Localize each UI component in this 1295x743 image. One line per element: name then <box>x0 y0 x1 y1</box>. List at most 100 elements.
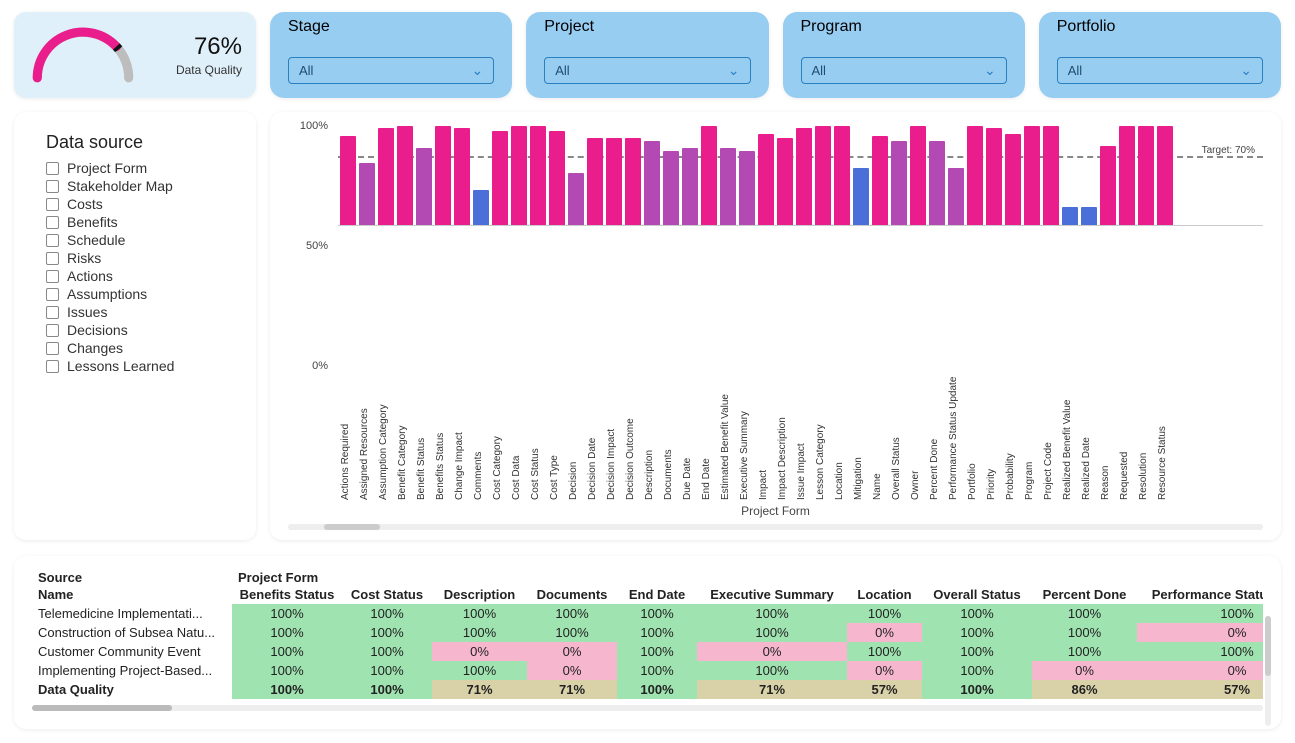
data-source-item[interactable]: Project Form <box>46 159 236 177</box>
bar[interactable] <box>549 131 565 225</box>
filter-dropdown-project[interactable]: All ⌄ <box>544 57 750 84</box>
col-header-name[interactable]: Name <box>32 585 232 604</box>
table-row[interactable]: Construction of Subsea Natu...100%100%10… <box>32 623 1263 642</box>
checkbox-icon[interactable] <box>46 252 59 265</box>
x-tick-label: Location <box>834 370 850 500</box>
data-source-item[interactable]: Stakeholder Map <box>46 177 236 195</box>
bar[interactable] <box>511 126 527 225</box>
x-tick-label: Actions Required <box>340 370 356 500</box>
bar[interactable] <box>967 126 983 225</box>
data-source-item[interactable]: Changes <box>46 339 236 357</box>
bar[interactable] <box>853 168 869 225</box>
checkbox-icon[interactable] <box>46 270 59 283</box>
table-v-scroll-thumb[interactable] <box>1265 616 1271 676</box>
bar[interactable] <box>416 148 432 225</box>
col-header[interactable]: Description <box>432 585 527 604</box>
col-header[interactable]: Documents <box>527 585 617 604</box>
bar[interactable] <box>1119 126 1135 225</box>
bar[interactable] <box>587 138 603 225</box>
bar[interactable] <box>568 173 584 225</box>
bar[interactable] <box>872 136 888 225</box>
table-h-scrollbar[interactable] <box>32 705 1263 711</box>
bar[interactable] <box>701 126 717 225</box>
x-tick-label: Reason <box>1100 370 1116 500</box>
filter-dropdown-portfolio[interactable]: All ⌄ <box>1057 57 1263 84</box>
col-header[interactable]: Performance Status Update <box>1137 585 1263 604</box>
bar[interactable] <box>720 148 736 225</box>
bar[interactable] <box>1043 126 1059 225</box>
bar[interactable] <box>644 141 660 225</box>
data-source-item[interactable]: Issues <box>46 303 236 321</box>
data-source-item[interactable]: Lessons Learned <box>46 357 236 375</box>
data-cell: 100% <box>922 661 1032 680</box>
filter-dropdown-program[interactable]: All ⌄ <box>801 57 1007 84</box>
bar[interactable] <box>606 138 622 225</box>
data-source-item[interactable]: Benefits <box>46 213 236 231</box>
bar[interactable] <box>986 128 1002 225</box>
bar[interactable] <box>625 138 641 225</box>
data-source-item[interactable]: Assumptions <box>46 285 236 303</box>
bar[interactable] <box>777 138 793 225</box>
table-row[interactable]: Implementing Project-Based...100%100%100… <box>32 661 1263 680</box>
bar[interactable] <box>1100 146 1116 225</box>
bar[interactable] <box>1081 207 1097 225</box>
bar[interactable] <box>454 128 470 225</box>
bar[interactable] <box>1157 126 1173 225</box>
bar[interactable] <box>1005 134 1021 225</box>
bar[interactable] <box>473 190 489 225</box>
chart-h-scroll-thumb[interactable] <box>324 524 380 530</box>
data-source-item[interactable]: Costs <box>46 195 236 213</box>
filter-dropdown-stage[interactable]: All ⌄ <box>288 57 494 84</box>
bar[interactable] <box>796 128 812 225</box>
checkbox-icon[interactable] <box>46 342 59 355</box>
table-v-scrollbar[interactable] <box>1265 616 1271 726</box>
checkbox-icon[interactable] <box>46 180 59 193</box>
col-header[interactable]: Benefits Status <box>232 585 342 604</box>
col-header[interactable]: Percent Done <box>1032 585 1137 604</box>
bar[interactable] <box>682 148 698 225</box>
bar[interactable] <box>834 126 850 225</box>
bar[interactable] <box>1138 126 1154 225</box>
bar[interactable] <box>910 126 926 225</box>
bar[interactable] <box>359 163 375 225</box>
data-source-item-label: Risks <box>67 250 101 266</box>
data-source-item[interactable]: Risks <box>46 249 236 267</box>
data-source-item[interactable]: Decisions <box>46 321 236 339</box>
bar[interactable] <box>340 136 356 225</box>
chart-h-scrollbar[interactable] <box>288 524 1263 530</box>
bar[interactable] <box>929 141 945 225</box>
data-source-item[interactable]: Actions <box>46 267 236 285</box>
col-header[interactable]: End Date <box>617 585 697 604</box>
table-row[interactable]: Telemedicine Implementati...100%100%100%… <box>32 604 1263 623</box>
bar[interactable] <box>1062 207 1078 225</box>
checkbox-icon[interactable] <box>46 162 59 175</box>
table-h-scroll-thumb[interactable] <box>32 705 172 711</box>
bar[interactable] <box>891 141 907 225</box>
checkbox-icon[interactable] <box>46 288 59 301</box>
checkbox-icon[interactable] <box>46 234 59 247</box>
col-header[interactable]: Cost Status <box>342 585 432 604</box>
col-header[interactable]: Location <box>847 585 922 604</box>
col-header[interactable]: Executive Summary <box>697 585 847 604</box>
bar[interactable] <box>378 128 394 225</box>
bar[interactable] <box>815 126 831 225</box>
bar[interactable] <box>663 151 679 225</box>
bar[interactable] <box>758 134 774 225</box>
checkbox-icon[interactable] <box>46 198 59 211</box>
bar[interactable] <box>492 131 508 225</box>
checkbox-icon[interactable] <box>46 360 59 373</box>
bar[interactable] <box>948 168 964 225</box>
bar[interactable] <box>739 151 755 225</box>
data-source-item[interactable]: Schedule <box>46 231 236 249</box>
checkbox-icon[interactable] <box>46 216 59 229</box>
checkbox-icon[interactable] <box>46 324 59 337</box>
bar[interactable] <box>435 126 451 225</box>
bar[interactable] <box>397 126 413 225</box>
checkbox-icon[interactable] <box>46 306 59 319</box>
bar[interactable] <box>1024 126 1040 225</box>
table-row[interactable]: Customer Community Event100%100%0%0%100%… <box>32 642 1263 661</box>
col-header[interactable]: Overall Status <box>922 585 1032 604</box>
data-cell: 0% <box>697 642 847 661</box>
summary-cell: 100% <box>617 680 697 699</box>
bar[interactable] <box>530 126 546 225</box>
